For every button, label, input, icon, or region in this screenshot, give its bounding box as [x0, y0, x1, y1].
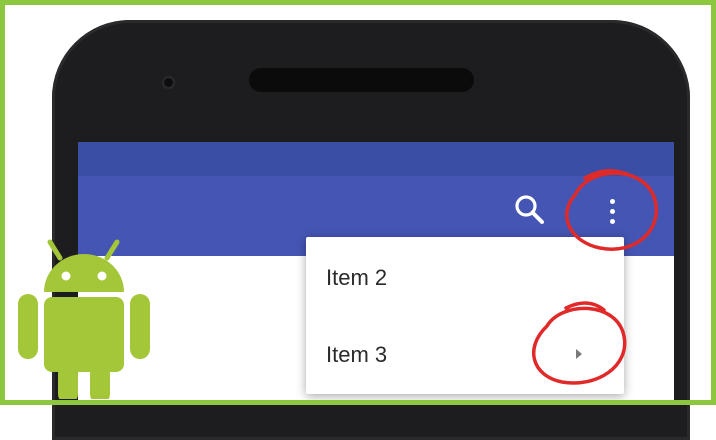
phone-screen: Item 2 Item 3 [78, 142, 674, 405]
front-camera [164, 78, 173, 87]
search-button[interactable] [510, 190, 550, 230]
earpiece-speaker [249, 68, 474, 92]
menu-item-label: Item 2 [326, 265, 388, 290]
status-bar [78, 142, 674, 176]
more-options-button[interactable] [596, 192, 628, 232]
menu-item-2[interactable]: Item 2 [306, 243, 624, 313]
overflow-menu: Item 2 Item 3 [306, 237, 624, 394]
menu-item-label: Item 3 [326, 342, 388, 367]
menu-item-3[interactable]: Item 3 [306, 320, 624, 390]
search-icon [515, 195, 544, 224]
android-robot-icon [18, 239, 150, 399]
submenu-arrow-icon [576, 349, 582, 359]
